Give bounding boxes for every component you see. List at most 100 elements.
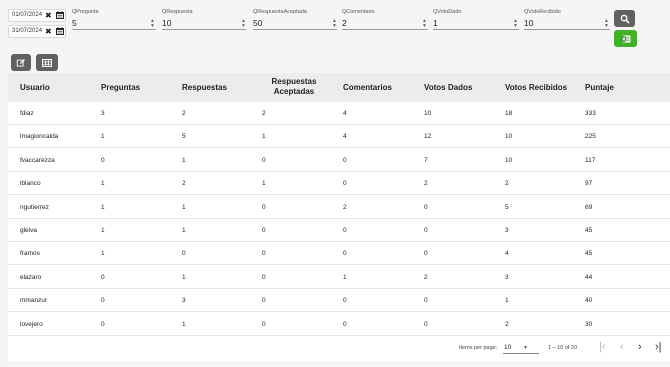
column-header-comentarios[interactable]: Comentarios: [343, 83, 392, 93]
cell-votos-recibidos: 10: [505, 156, 513, 164]
field-underline: [433, 29, 519, 30]
stepper-icon[interactable]: ▲ ▼: [604, 19, 609, 29]
table-row[interactable]: lovejero 0 1 0 0 0 2 30: [8, 313, 670, 336]
export-excel-button[interactable]: [614, 30, 637, 47]
page-size-underline: [503, 353, 539, 354]
cell-comentarios: 0: [343, 320, 347, 328]
field-value[interactable]: 5: [72, 18, 77, 28]
table-view-button[interactable]: [36, 54, 58, 71]
column-header-respuestas[interactable]: Respuestas: [182, 83, 227, 93]
cell-votos-recibidos: 3: [505, 227, 509, 234]
field-value[interactable]: 2: [342, 18, 347, 28]
column-header-preguntas[interactable]: Preguntas: [101, 83, 140, 93]
stepper-icon[interactable]: ▲ ▼: [241, 19, 246, 29]
cell-respuestas: 1: [182, 156, 186, 164]
cell-comentarios: 4: [343, 110, 347, 117]
table-row[interactable]: lblanco 1 2 1 0 2 2 97: [8, 172, 670, 196]
column-header-votos-recibidos[interactable]: Votos Recibidos: [505, 83, 567, 93]
table-row[interactable]: framos 1 0 0 0 0 4 45: [8, 242, 670, 266]
table-row[interactable]: fvaccarezza 0 1 0 0 7 10 117: [8, 149, 670, 172]
table-row[interactable]: elazaro 0 1 0 1 2 3 44: [8, 266, 670, 289]
stepper-icon[interactable]: ▲ ▼: [150, 19, 155, 29]
field-underline: [342, 29, 428, 30]
table-row[interactable]: ngutierrez 1 1 0 2 0 5 69: [8, 196, 670, 219]
cell-comentarios: 0: [343, 156, 347, 164]
cell-comentarios: 0: [343, 227, 347, 234]
cell-respuestas: 2: [182, 110, 186, 117]
first-page-button[interactable]: |‹: [599, 341, 606, 353]
header-line: Aceptadas: [273, 87, 315, 96]
cell-votos-recibidos: 2: [505, 180, 509, 188]
cell-respuestas: 5: [182, 133, 186, 141]
column-header-usuario[interactable]: Usuario: [20, 83, 50, 93]
cell-votos-dados: 12: [424, 133, 432, 141]
cell-respuestas: 0: [182, 250, 186, 258]
cell-respuestas: 1: [182, 320, 186, 328]
column-header-votos-dados[interactable]: Votos Dados: [424, 83, 472, 93]
cell-votos-dados: 2: [424, 180, 428, 188]
field-underline: [162, 29, 246, 30]
cell-respuestas-aceptadas: 0: [262, 156, 266, 164]
cell-puntaje: 225: [585, 133, 596, 141]
table-row[interactable]: mmanzur 0 3 0 0 0 1 40: [8, 289, 670, 313]
cell-comentarios: 0: [343, 180, 347, 188]
clear-date-from-icon[interactable]: ✖: [45, 11, 52, 21]
page-range-label: 1 – 10 of 20: [548, 345, 578, 351]
edit-button[interactable]: [11, 54, 31, 71]
grid-icon: [42, 58, 52, 67]
excel-icon: [620, 35, 630, 42]
cell-respuestas-aceptadas: 1: [262, 180, 266, 188]
cell-respuestas: 1: [182, 273, 186, 281]
field-label: QVotoDado: [433, 9, 462, 15]
calendar-from-icon[interactable]: [56, 11, 64, 22]
search-button[interactable]: [614, 10, 635, 27]
cell-respuestas-aceptadas: 1: [262, 133, 266, 141]
field-label: QPregunta: [72, 9, 99, 15]
cell-respuestas-aceptadas: 0: [262, 203, 266, 211]
next-page-button[interactable]: ›: [638, 341, 642, 353]
cell-usuario: framos: [20, 250, 40, 258]
cell-comentarios: 4: [343, 133, 347, 141]
field-label: QRespuesta: [162, 9, 193, 15]
header-line: Respuestas: [271, 77, 317, 86]
field-underline: [72, 29, 156, 30]
stepper-icon[interactable]: ▲ ▼: [513, 19, 518, 29]
field-value[interactable]: 50: [253, 18, 262, 28]
field-value[interactable]: 10: [524, 18, 533, 28]
calendar-to-icon[interactable]: [56, 27, 64, 38]
cell-votos-dados: 0: [424, 203, 428, 211]
field-value[interactable]: 1: [433, 18, 438, 28]
table-row[interactable]: fdiaz 3 2 2 4 10 18 333: [8, 102, 670, 125]
cell-puntaje: 40: [585, 297, 593, 305]
cell-preguntas: 0: [101, 297, 105, 305]
clear-date-to-icon[interactable]: ✖: [45, 27, 52, 37]
cell-comentarios: 0: [343, 250, 347, 258]
stepper-icon[interactable]: ▲ ▼: [422, 19, 427, 29]
cell-votos-recibidos: 18: [505, 110, 513, 117]
cell-votos-dados: 0: [424, 320, 428, 328]
column-header-puntaje[interactable]: Puntaje: [585, 83, 614, 93]
cell-respuestas-aceptadas: 0: [262, 250, 266, 258]
column-header-respuestas-aceptadas[interactable]: Respuestas Aceptadas: [262, 77, 326, 97]
last-page-button[interactable]: ›|: [655, 341, 662, 353]
items-per-page-label: Items per page:: [459, 345, 498, 351]
cell-votos-recibidos: 4: [505, 250, 509, 258]
cell-preguntas: 1: [101, 250, 105, 258]
cell-puntaje: 97: [585, 180, 593, 188]
cell-usuario: lovejero: [20, 320, 43, 328]
chevron-down-icon[interactable]: ▼: [523, 345, 528, 351]
previous-page-button[interactable]: ‹: [620, 341, 624, 353]
cell-respuestas-aceptadas: 0: [262, 227, 266, 234]
ranking-table: Usuario Preguntas Respuestas Respuestas A…: [8, 73, 670, 361]
cell-votos-dados: 10: [424, 110, 432, 117]
table-row[interactable]: lmagioncalda 1 5 1 4 12 10 225: [8, 125, 670, 149]
page-size-select[interactable]: 10: [504, 344, 511, 351]
field-value[interactable]: 10: [162, 18, 171, 28]
paginator: Items per page: 10 ▼ 1 – 10 of 20 |‹ ‹ ›…: [8, 336, 670, 361]
cell-respuestas: 2: [182, 180, 186, 188]
cell-preguntas: 3: [101, 110, 105, 117]
stepper-icon[interactable]: ▲ ▼: [332, 19, 337, 29]
cell-usuario: lmagioncalda: [20, 133, 59, 141]
table-row[interactable]: gleiva 1 1 0 0 0 3 45: [8, 219, 670, 242]
cell-votos-dados: 7: [424, 156, 428, 164]
